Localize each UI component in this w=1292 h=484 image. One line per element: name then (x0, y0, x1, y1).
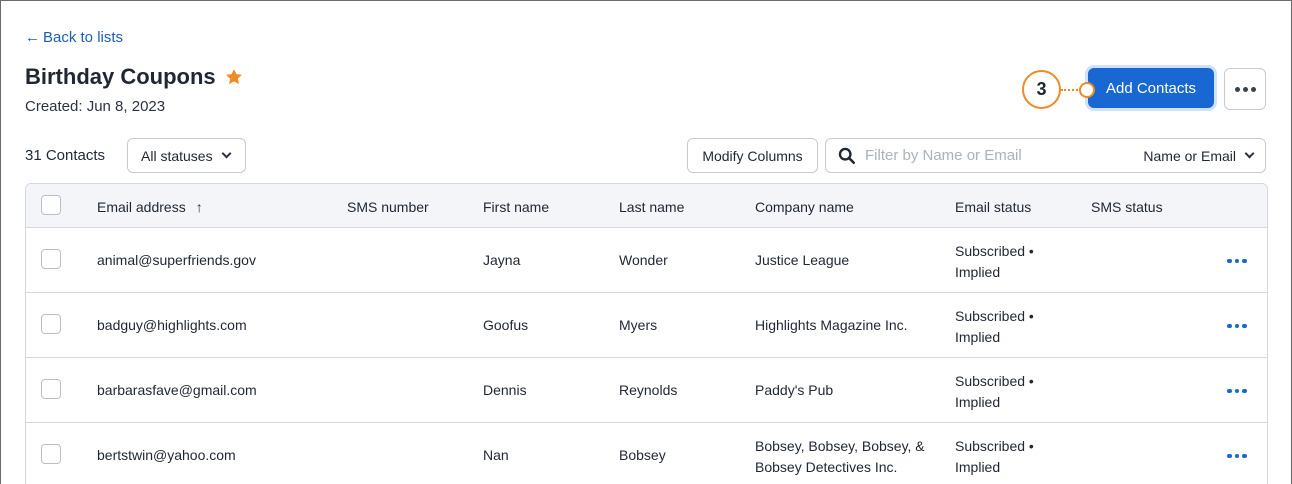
email-cell: barbarasfave@gmail.com (97, 382, 257, 398)
step-callout-dot (1079, 82, 1095, 98)
column-header-first-name[interactable]: First name (483, 199, 549, 215)
back-to-lists-link[interactable]: ← Back to lists (25, 29, 123, 46)
first-name-cell: Dennis (483, 382, 527, 398)
add-contacts-highlight: Add Contacts (1085, 65, 1217, 111)
first-name-cell: Jayna (483, 252, 521, 268)
email-status-line: Implied (955, 394, 1001, 410)
email-status-line: Subscribed • (955, 438, 1034, 454)
column-header-last-name[interactable]: Last name (619, 199, 684, 215)
contact-count: 31 Contacts (25, 147, 106, 164)
status-filter-dropdown[interactable]: All statuses (127, 138, 246, 173)
search-type-value: Name or Email (1143, 147, 1236, 164)
email-cell: animal@superfriends.gov (97, 252, 256, 268)
arrow-up-icon: ↑ (195, 199, 203, 215)
table-row[interactable]: barbarasfave@gmail.com Dennis Reynolds P… (26, 358, 1267, 423)
search-icon (838, 147, 856, 164)
company-cell: Highlights Magazine Inc. (755, 317, 908, 333)
modify-columns-button[interactable]: Modify Columns (687, 138, 818, 173)
more-horizontal-icon (1227, 388, 1247, 394)
email-status-line: Implied (955, 264, 1001, 280)
row-checkbox[interactable] (41, 314, 61, 334)
filter-box: Name or Email (825, 138, 1266, 173)
search-input[interactable] (865, 147, 1125, 164)
created-date: Created: Jun 8, 2023 (25, 98, 166, 115)
first-name-cell: Goofus (483, 317, 529, 333)
step-callout-badge: 3 (1022, 70, 1061, 109)
last-name-cell: Myers (619, 317, 658, 333)
step-callout-line (1061, 89, 1081, 91)
company-cell: Bobsey, Bobsey, Bobsey, & Bobsey Detecti… (755, 436, 925, 478)
last-name-cell: Reynolds (619, 382, 678, 398)
email-status-line: Subscribed • (955, 373, 1034, 389)
email-status-line: Implied (955, 329, 1001, 345)
email-status-line: Subscribed • (955, 243, 1034, 259)
star-icon[interactable] (224, 67, 244, 87)
first-name-cell: Nan (483, 447, 509, 463)
more-horizontal-icon (1227, 453, 1247, 459)
email-status-cell: Subscribed • Implied (955, 241, 1034, 283)
status-filter-value: All statuses (141, 147, 213, 164)
row-actions-button[interactable] (1222, 317, 1252, 335)
search-type-dropdown[interactable]: Name or Email (1143, 147, 1255, 164)
arrow-left-icon: ← (25, 29, 40, 46)
contact-list-page: ← Back to lists Birthday Coupons Created… (0, 0, 1292, 484)
email-status-line: Subscribed • (955, 308, 1034, 324)
select-all-checkbox[interactable] (41, 195, 61, 215)
chevron-down-icon (221, 148, 232, 159)
company-cell: Paddy's Pub (755, 382, 834, 398)
more-horizontal-icon (1227, 258, 1247, 264)
last-name-cell: Bobsey (619, 447, 666, 463)
company-cell: Justice League (755, 252, 850, 268)
more-actions-button[interactable] (1224, 68, 1266, 110)
back-link-label: Back to lists (43, 29, 124, 46)
column-header-email[interactable]: Email address ↑ (97, 199, 203, 215)
column-label: Email address (97, 199, 186, 215)
more-horizontal-icon (1234, 86, 1256, 92)
email-status-cell: Subscribed • Implied (955, 371, 1034, 413)
row-checkbox[interactable] (41, 444, 61, 464)
email-cell: bertstwin@yahoo.com (97, 447, 236, 463)
table-row[interactable]: badguy@highlights.com Goofus Myers Highl… (26, 293, 1267, 358)
table-row[interactable]: bertstwin@yahoo.com Nan Bobsey Bobsey, B… (26, 423, 1267, 484)
company-line: Bobsey Detectives Inc. (755, 459, 898, 475)
column-header-company[interactable]: Company name (755, 199, 854, 215)
row-actions-button[interactable] (1222, 382, 1252, 400)
table-row[interactable]: animal@superfriends.gov Jayna Wonder Jus… (26, 228, 1267, 293)
chevron-down-icon (1244, 148, 1255, 159)
email-cell: badguy@highlights.com (97, 317, 247, 333)
row-checkbox[interactable] (41, 379, 61, 399)
email-status-line: Implied (955, 459, 1001, 475)
email-status-cell: Subscribed • Implied (955, 436, 1034, 478)
last-name-cell: Wonder (619, 252, 668, 268)
column-header-sms-status[interactable]: SMS status (1091, 199, 1163, 215)
row-checkbox[interactable] (41, 249, 61, 269)
email-status-cell: Subscribed • Implied (955, 306, 1034, 348)
row-actions-button[interactable] (1222, 252, 1252, 270)
contacts-table: Email address ↑ SMS number First name Las… (25, 183, 1268, 484)
company-line: Bobsey, Bobsey, Bobsey, & (755, 438, 925, 454)
table-header: Email address ↑ SMS number First name Las… (26, 184, 1267, 228)
row-actions-button[interactable] (1222, 447, 1252, 465)
add-contacts-button[interactable]: Add Contacts (1088, 68, 1214, 108)
more-horizontal-icon (1227, 323, 1247, 329)
title-row: Birthday Coupons (25, 64, 244, 90)
column-header-sms-number[interactable]: SMS number (347, 199, 429, 215)
page-title: Birthday Coupons (25, 64, 216, 89)
column-header-email-status[interactable]: Email status (955, 199, 1031, 215)
